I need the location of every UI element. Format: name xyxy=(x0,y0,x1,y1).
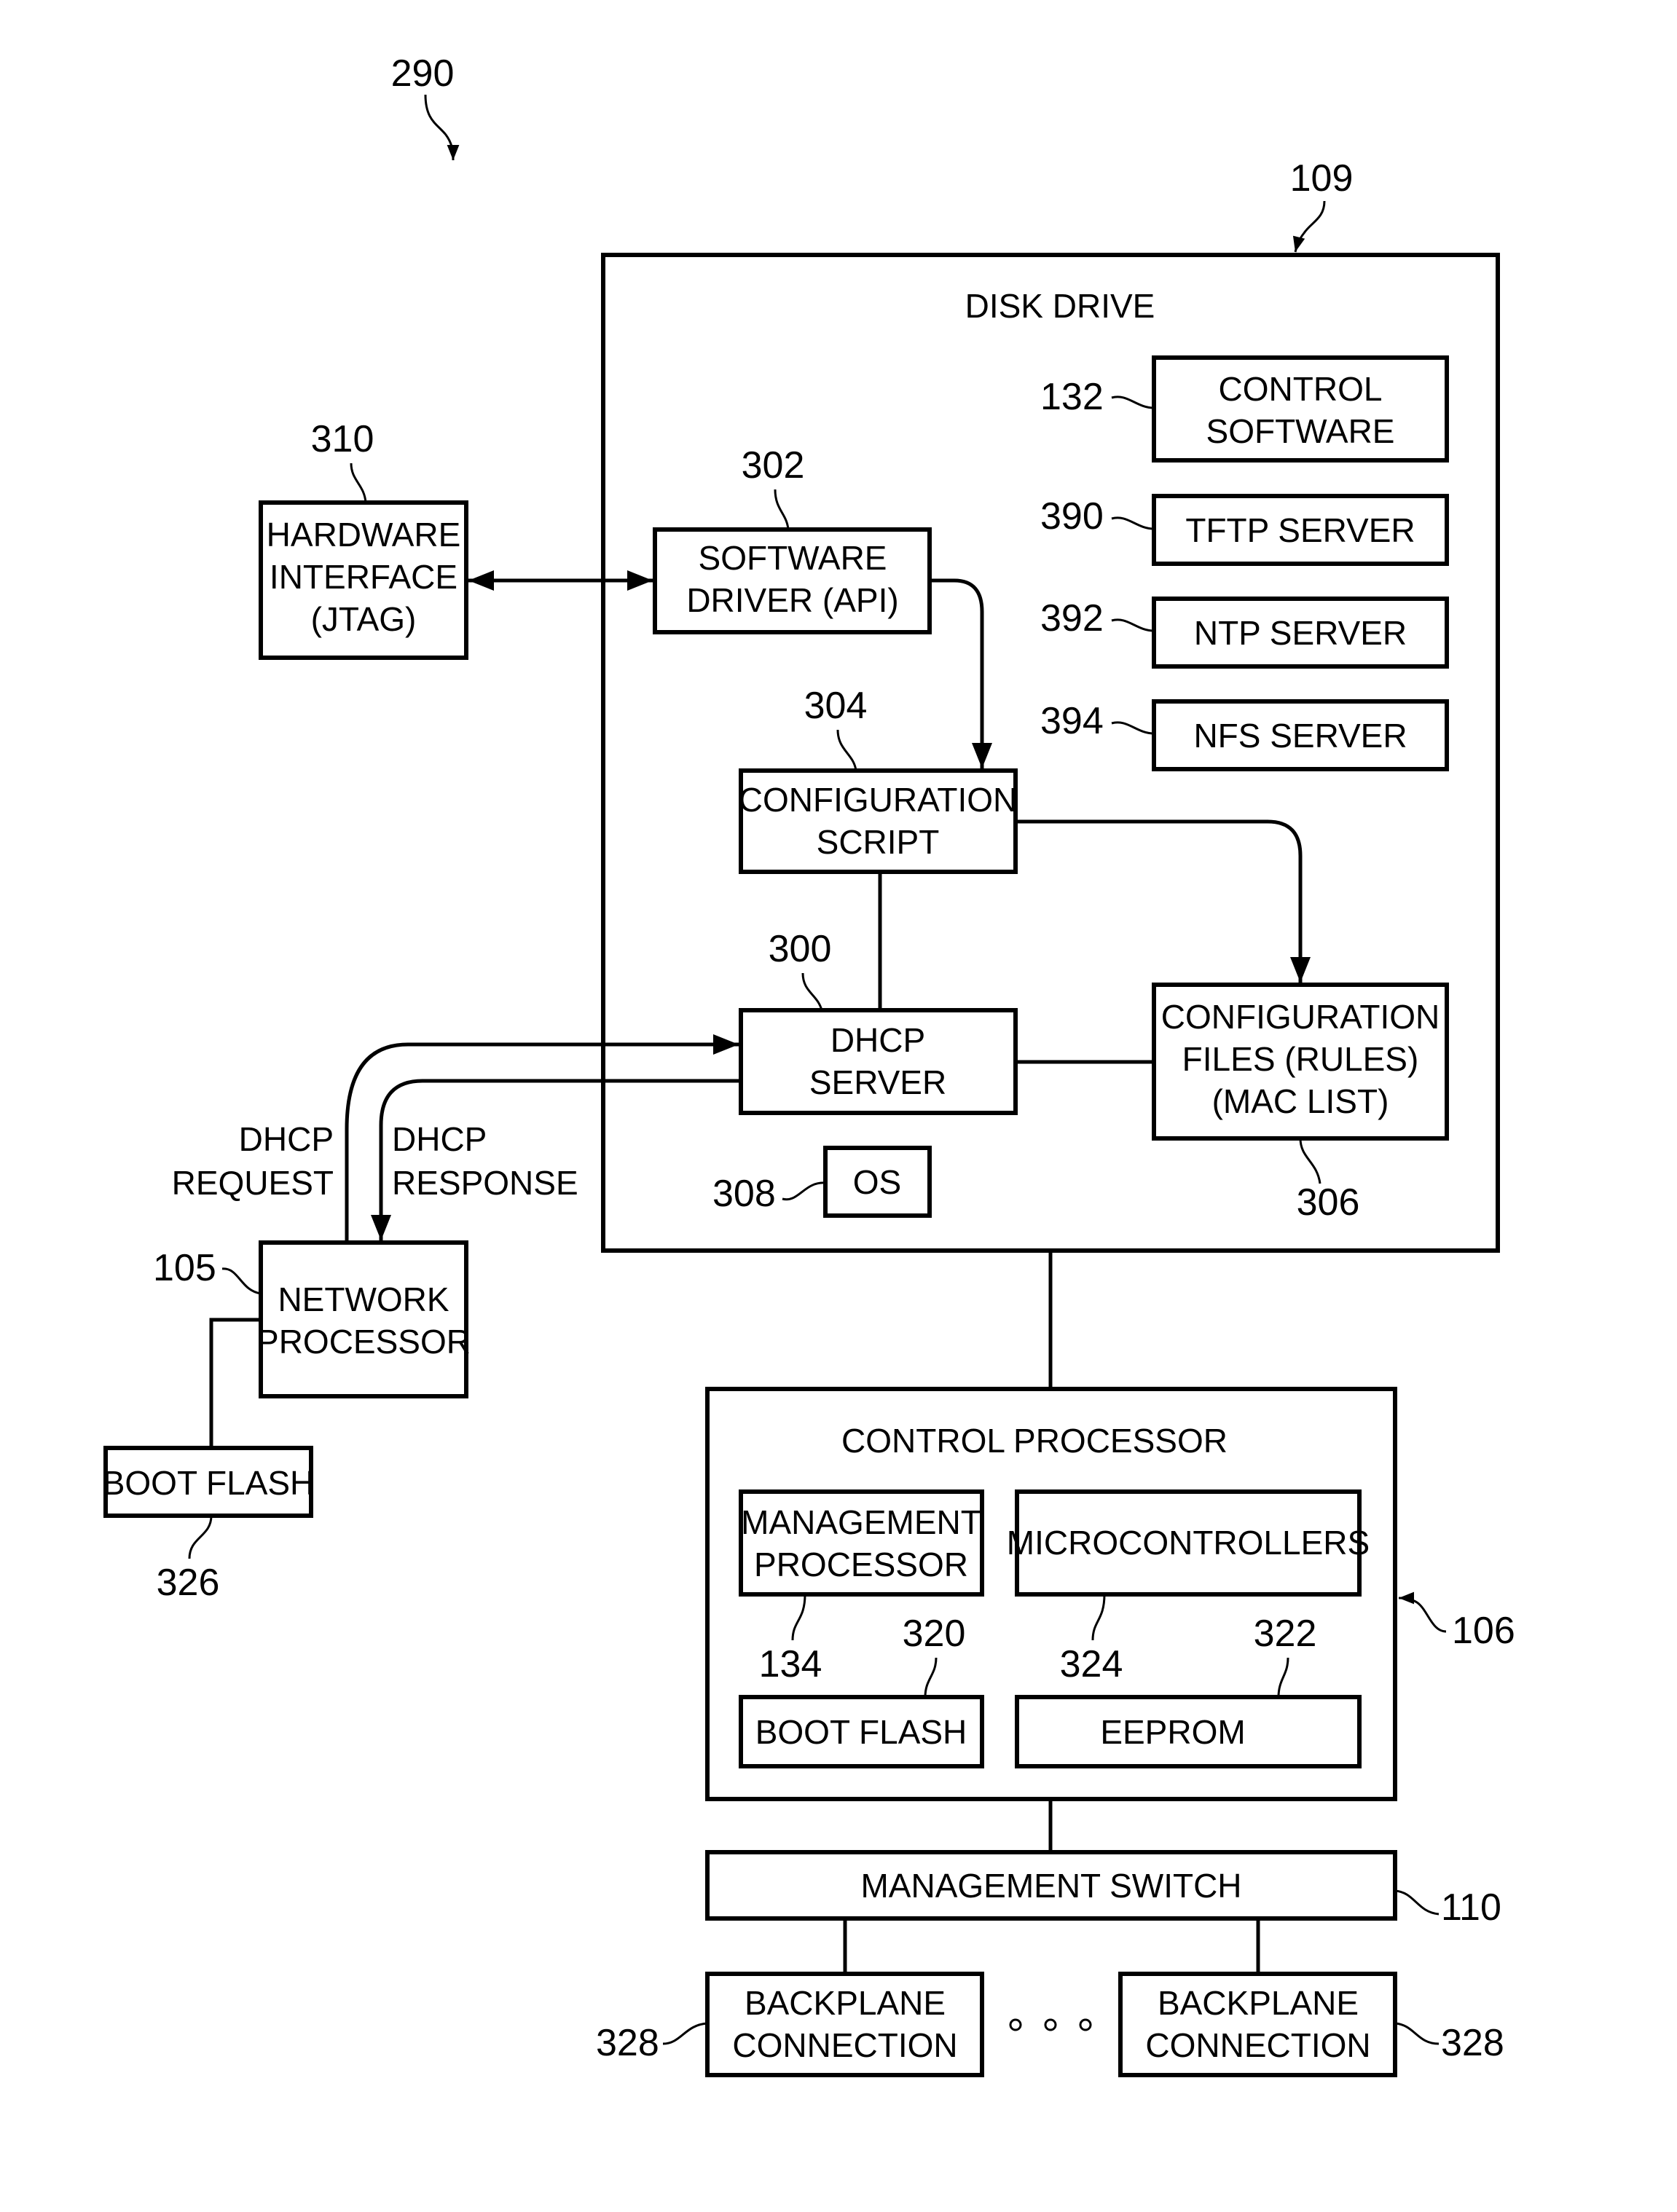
netproc-bootflash-link xyxy=(209,1318,261,1448)
ntp-server-ref: 392 xyxy=(1040,597,1104,639)
management-switch-leader xyxy=(1394,1889,1440,1916)
dhcp-response-label-line2: RESPONSE xyxy=(392,1164,578,1202)
nfs-server-box[interactable]: NFS SERVER xyxy=(1152,699,1449,771)
eeprom-ref: 322 xyxy=(1254,1613,1317,1655)
control-processor-title: CONTROL PROCESSOR xyxy=(841,1422,1228,1460)
boot-flash-external-label: BOOT FLASH xyxy=(103,1464,315,1502)
software-driver-line1: SOFTWARE xyxy=(699,539,887,577)
backplane-left-line1: BACKPLANE xyxy=(745,1984,946,2022)
backplane-right-ref: 328 xyxy=(1441,2022,1504,2064)
network-processor-ref: 105 xyxy=(153,1247,216,1289)
configuration-script-ref: 304 xyxy=(804,685,868,727)
hardware-interface-box[interactable]: HARDWARE INTERFACE (JTAG) xyxy=(259,500,468,660)
management-processor-box[interactable]: MANAGEMENT PROCESSOR xyxy=(739,1489,984,1597)
os-label: OS xyxy=(853,1163,901,1201)
nfs-server-ref: 394 xyxy=(1040,700,1104,742)
hardware-interface-leader xyxy=(350,463,367,503)
control-software-ref: 132 xyxy=(1040,376,1104,418)
configuration-files-line3: (MAC LIST) xyxy=(1212,1082,1389,1120)
configuration-files-line2: FILES (RULES) xyxy=(1182,1040,1419,1078)
os-ref: 308 xyxy=(712,1173,776,1215)
microcontrollers-label: MICROCONTROLLERS xyxy=(1007,1524,1370,1562)
control-software-line2: SOFTWARE xyxy=(1206,412,1395,450)
system-diagram: 290 DISK DRIVE 109 CONTROL SOFTWARE 132 … xyxy=(103,52,1515,2077)
hardware-interface-line1: HARDWARE xyxy=(267,516,461,554)
backplane-right-leader xyxy=(1394,2022,1440,2045)
boot-flash-external-ref: 326 xyxy=(157,1562,220,1604)
configuration-files-box[interactable]: CONFIGURATION FILES (RULES) (MAC LIST) xyxy=(1152,983,1449,1141)
network-processor-line1: NETWORK xyxy=(278,1280,449,1318)
management-switch-ref: 110 xyxy=(1441,1886,1501,1929)
backplane-connection-left-box[interactable]: BACKPLANE CONNECTION xyxy=(705,1972,984,2077)
backplane-left-line2: CONNECTION xyxy=(732,2026,957,2064)
tftp-server-label: TFTP SERVER xyxy=(1185,511,1415,549)
microcontrollers-box[interactable]: MICROCONTROLLERS xyxy=(1007,1489,1370,1597)
dhcp-server-box[interactable]: DHCP SERVER xyxy=(739,1008,1018,1115)
backplane-right-line2: CONNECTION xyxy=(1145,2026,1370,2064)
software-driver-line2: DRIVER (API) xyxy=(686,581,898,619)
control-software-box[interactable]: CONTROL SOFTWARE xyxy=(1152,355,1449,463)
management-switch-box[interactable]: MANAGEMENT SWITCH xyxy=(705,1850,1397,1921)
dhcp-response-label-line1: DHCP xyxy=(392,1120,487,1158)
boot-flash-internal-box[interactable]: BOOT FLASH xyxy=(739,1695,984,1768)
configuration-files-line1: CONFIGURATION xyxy=(1161,998,1440,1036)
eeprom-box[interactable]: EEPROM xyxy=(1015,1695,1362,1768)
boot-flash-internal-label: BOOT FLASH xyxy=(755,1713,967,1751)
management-switch-label: MANAGEMENT SWITCH xyxy=(860,1867,1241,1905)
nfs-server-label: NFS SERVER xyxy=(1193,717,1407,755)
management-processor-ref: 134 xyxy=(759,1643,822,1685)
figure-ref: 290 xyxy=(391,52,455,95)
dhcp-server-line2: SERVER xyxy=(809,1063,946,1101)
hardware-interface-line2: INTERFACE xyxy=(270,558,457,596)
ntp-server-label: NTP SERVER xyxy=(1194,614,1407,652)
backplane-connection-right-box[interactable]: BACKPLANE CONNECTION xyxy=(1118,1972,1397,2077)
configuration-script-line1: CONFIGURATION xyxy=(739,781,1017,819)
os-box[interactable]: OS xyxy=(823,1146,932,1218)
control-software-line1: CONTROL xyxy=(1219,370,1383,408)
disk-drive-title: DISK DRIVE xyxy=(965,287,1155,325)
control-processor-ref: 106 xyxy=(1452,1610,1515,1652)
management-processor-line2: PROCESSOR xyxy=(754,1546,968,1583)
hardware-interface-ref: 310 xyxy=(311,418,374,460)
network-processor-leader xyxy=(221,1267,262,1295)
dhcp-request-label-line2: REQUEST xyxy=(172,1164,334,1202)
backplane-left-leader xyxy=(662,2022,708,2045)
network-processor-box[interactable]: NETWORK PROCESSOR xyxy=(256,1240,471,1398)
network-processor-line2: PROCESSOR xyxy=(256,1323,471,1361)
tftp-server-ref: 390 xyxy=(1040,495,1104,538)
dhcp-server-line1: DHCP xyxy=(830,1021,925,1059)
figure-ref-arrow xyxy=(424,94,460,161)
backplane-right-line1: BACKPLANE xyxy=(1158,1984,1359,2022)
boot-flash-external-box[interactable]: BOOT FLASH xyxy=(103,1446,315,1518)
boot-flash-external-leader xyxy=(188,1515,213,1559)
configuration-files-ref: 306 xyxy=(1297,1181,1360,1224)
disk-drive-ref: 109 xyxy=(1290,157,1354,200)
software-driver-box[interactable]: SOFTWARE DRIVER (API) xyxy=(653,527,932,634)
hardware-interface-line3: (JTAG) xyxy=(311,600,417,638)
backplane-left-ref: 328 xyxy=(596,2022,659,2064)
configuration-script-line2: SCRIPT xyxy=(817,823,940,861)
dhcp-request-label-line1: DHCP xyxy=(239,1120,334,1158)
boot-flash-internal-ref: 320 xyxy=(903,1613,966,1655)
management-processor-line1: MANAGEMENT xyxy=(741,1503,981,1541)
ntp-server-box[interactable]: NTP SERVER xyxy=(1152,597,1449,669)
control-processor-ref-arrow xyxy=(1398,1591,1447,1633)
ellipsis-icon xyxy=(1009,2018,1092,2031)
software-driver-ref: 302 xyxy=(742,444,805,487)
tftp-server-box[interactable]: TFTP SERVER xyxy=(1152,494,1449,566)
dhcp-server-ref: 300 xyxy=(769,928,832,970)
microcontrollers-ref: 324 xyxy=(1060,1643,1123,1685)
eeprom-label: EEPROM xyxy=(1100,1713,1245,1751)
configuration-script-box[interactable]: CONFIGURATION SCRIPT xyxy=(739,768,1018,874)
disk-drive-ref-arrow xyxy=(1292,200,1326,253)
